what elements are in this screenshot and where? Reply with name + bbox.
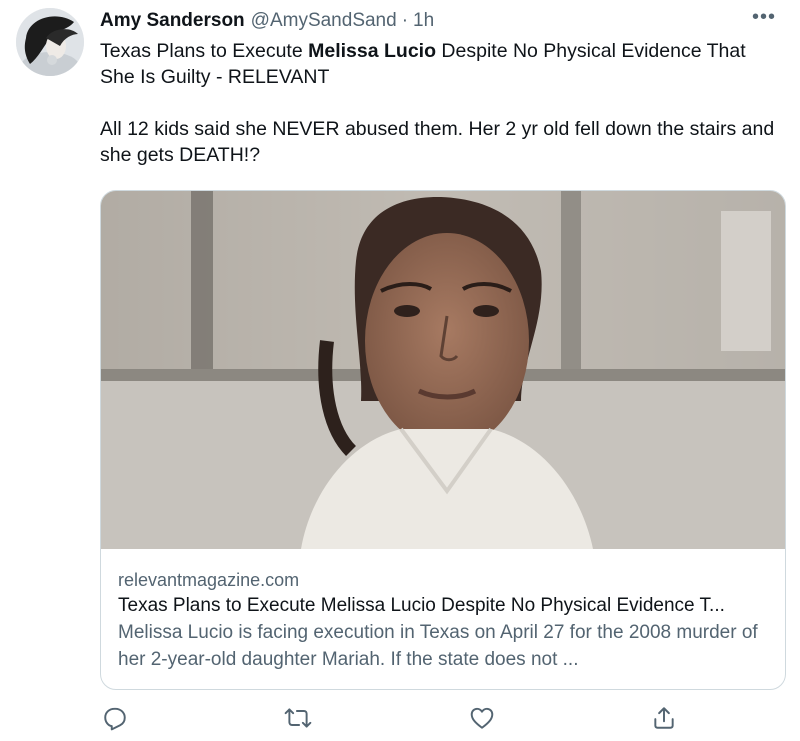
more-options-icon[interactable]: •••: [752, 6, 776, 29]
card-title: Texas Plans to Execute Melissa Lucio Des…: [118, 595, 725, 616]
card-meta: relevantmagazine.com Texas Plans to Exec…: [118, 567, 773, 673]
card-domain: relevantmagazine.com: [118, 570, 300, 590]
retweet-icon[interactable]: [284, 705, 314, 735]
tweet: Amy Sanderson @AmySandSand · 1h ••• Texa…: [0, 0, 800, 741]
tweet-actions: [100, 705, 700, 735]
link-preview-card[interactable]: relevantmagazine.com Texas Plans to Exec…: [100, 190, 786, 690]
tweet-paragraph-1: Texas Plans to Execute Melissa Lucio Des…: [100, 38, 780, 90]
tweet-header: Amy Sanderson @AmySandSand · 1h: [100, 8, 434, 34]
avatar[interactable]: [16, 8, 84, 76]
share-icon[interactable]: [651, 705, 681, 735]
card-image[interactable]: [101, 191, 785, 549]
tweet-text-bold-name: Melissa Lucio: [308, 40, 436, 62]
tweet-text: Texas Plans to Execute Melissa Lucio Des…: [100, 38, 780, 168]
heart-icon[interactable]: [469, 705, 499, 735]
tweet-timestamp[interactable]: 1h: [413, 10, 434, 32]
reply-icon[interactable]: [102, 705, 132, 735]
tweet-text-prefix: Texas Plans to Execute: [100, 40, 309, 62]
separator-dot: ·: [401, 10, 409, 31]
author-display-name[interactable]: Amy Sanderson: [100, 10, 245, 32]
tweet-paragraph-2: All 12 kids said she NEVER abused them. …: [100, 118, 775, 166]
author-handle[interactable]: @AmySandSand: [251, 10, 397, 32]
card-description: Melissa Lucio is facing execution in Tex…: [118, 622, 758, 670]
